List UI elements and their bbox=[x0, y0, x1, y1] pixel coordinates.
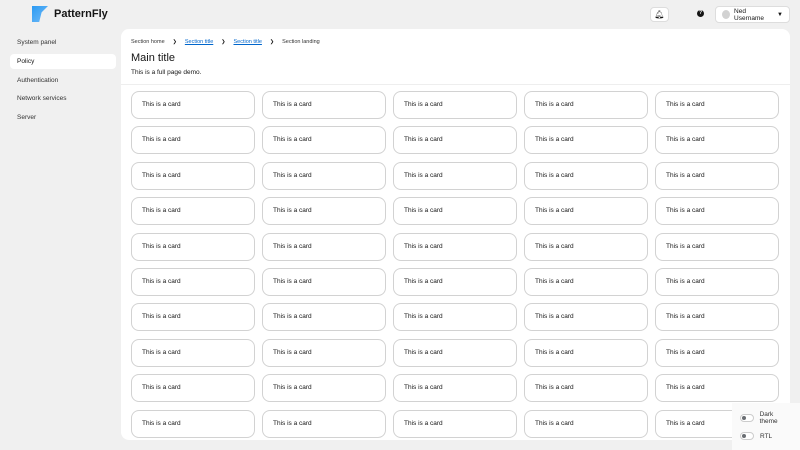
caret-down-icon: ▼ bbox=[777, 11, 783, 18]
chevron-right-icon: ❯ bbox=[269, 39, 275, 45]
card[interactable]: This is a card bbox=[262, 338, 386, 367]
card[interactable]: This is a card bbox=[655, 267, 779, 296]
page-subtitle: This is a full page demo. bbox=[131, 69, 202, 76]
card[interactable]: This is a card bbox=[393, 409, 517, 438]
theme-toggles: Dark theme RTL bbox=[732, 403, 800, 450]
brand-logo[interactable]: PatternFly bbox=[32, 6, 108, 22]
card[interactable]: This is a card bbox=[262, 197, 386, 226]
card[interactable]: This is a card bbox=[655, 161, 779, 190]
breadcrumb: Section home ❯ Section title ❯ Section t… bbox=[131, 39, 320, 45]
card[interactable]: This is a card bbox=[262, 91, 386, 119]
breadcrumb-link[interactable]: Section title bbox=[185, 39, 213, 45]
card[interactable]: This is a card bbox=[524, 126, 648, 155]
card[interactable]: This is a card bbox=[393, 232, 517, 261]
bell-icon: 🔔︎ bbox=[654, 10, 665, 19]
card[interactable]: This is a card bbox=[131, 161, 255, 190]
breadcrumb-item[interactable]: Section home bbox=[131, 39, 165, 45]
card[interactable]: This is a card bbox=[262, 267, 386, 296]
card[interactable]: This is a card bbox=[655, 374, 779, 403]
notifications-button[interactable]: 🔔︎ bbox=[650, 7, 669, 22]
dark-theme-toggle[interactable]: Dark theme bbox=[740, 409, 792, 427]
card[interactable]: This is a card bbox=[524, 374, 648, 403]
chevron-right-icon: ❯ bbox=[221, 39, 226, 45]
card[interactable]: This is a card bbox=[524, 303, 648, 332]
card[interactable]: This is a card bbox=[131, 374, 255, 403]
card[interactable]: This is a card bbox=[262, 374, 386, 403]
card[interactable]: This is a card bbox=[131, 126, 255, 155]
card[interactable]: This is a card bbox=[393, 303, 517, 332]
card[interactable]: This is a card bbox=[524, 161, 648, 190]
sidebar-item-server[interactable]: Server bbox=[10, 110, 116, 125]
card[interactable]: This is a card bbox=[131, 409, 255, 438]
card[interactable]: This is a card bbox=[393, 197, 517, 226]
breadcrumb-link[interactable]: Section title bbox=[233, 39, 261, 45]
card[interactable]: This is a card bbox=[524, 267, 648, 296]
card[interactable]: This is a card bbox=[524, 338, 648, 367]
card[interactable]: This is a card bbox=[131, 197, 255, 226]
card[interactable]: This is a card bbox=[393, 126, 517, 155]
rtl-label: RTL bbox=[760, 432, 773, 440]
card[interactable]: This is a card bbox=[131, 303, 255, 332]
card[interactable]: This is a card bbox=[393, 91, 517, 119]
sidebar-item-system-panel[interactable]: System panel bbox=[10, 35, 116, 50]
card[interactable]: This is a card bbox=[131, 267, 255, 296]
card[interactable]: This is a card bbox=[524, 91, 648, 119]
patternfly-logo-icon bbox=[32, 6, 48, 22]
card[interactable]: This is a card bbox=[262, 126, 386, 155]
dark-theme-label: Dark theme bbox=[759, 411, 778, 425]
breadcrumb-current: Section landing bbox=[282, 39, 320, 45]
card[interactable]: This is a card bbox=[655, 232, 779, 261]
switch-icon[interactable] bbox=[740, 432, 754, 440]
card[interactable]: This is a card bbox=[655, 303, 779, 332]
card[interactable]: This is a card bbox=[131, 91, 255, 119]
card[interactable]: This is a card bbox=[262, 161, 386, 190]
card[interactable]: This is a card bbox=[393, 161, 517, 190]
user-name: Ned Username bbox=[734, 7, 765, 22]
sidebar-item-policy[interactable]: Policy bbox=[10, 53, 116, 69]
sidebar-item-authentication[interactable]: Authentication bbox=[10, 73, 116, 88]
card[interactable]: This is a card bbox=[131, 232, 255, 261]
card[interactable]: This is a card bbox=[655, 338, 779, 367]
card[interactable]: This is a card bbox=[131, 338, 255, 367]
divider bbox=[121, 84, 790, 85]
card[interactable]: This is a card bbox=[524, 409, 648, 438]
sidebar-nav: System panel Policy Authentication Netwo… bbox=[10, 35, 116, 129]
avatar bbox=[722, 10, 731, 19]
card[interactable]: This is a card bbox=[393, 267, 517, 296]
brand-name: PatternFly bbox=[54, 8, 108, 20]
card[interactable]: This is a card bbox=[262, 409, 386, 438]
main-content: Section home ❯ Section title ❯ Section t… bbox=[121, 29, 790, 440]
help-icon[interactable]: ? bbox=[697, 10, 704, 17]
card[interactable]: This is a card bbox=[655, 91, 779, 119]
card[interactable]: This is a card bbox=[262, 303, 386, 332]
user-dropdown[interactable]: Ned Username ▼ bbox=[715, 6, 790, 23]
card-grid: This is a card This is a card This is a ca… bbox=[131, 91, 779, 438]
card[interactable]: This is a card bbox=[524, 232, 648, 261]
switch-icon[interactable] bbox=[740, 414, 754, 422]
card[interactable]: This is a card bbox=[524, 197, 648, 226]
card[interactable]: This is a card bbox=[262, 232, 386, 261]
card[interactable]: This is a card bbox=[655, 197, 779, 226]
card[interactable]: This is a card bbox=[393, 374, 517, 403]
rtl-toggle[interactable]: RTL bbox=[740, 427, 792, 445]
card[interactable]: This is a card bbox=[655, 126, 779, 155]
card[interactable]: This is a card bbox=[393, 338, 517, 367]
chevron-right-icon: ❯ bbox=[172, 39, 177, 45]
page-title: Main title bbox=[131, 52, 176, 64]
sidebar-item-network-services[interactable]: Network services bbox=[10, 91, 116, 106]
